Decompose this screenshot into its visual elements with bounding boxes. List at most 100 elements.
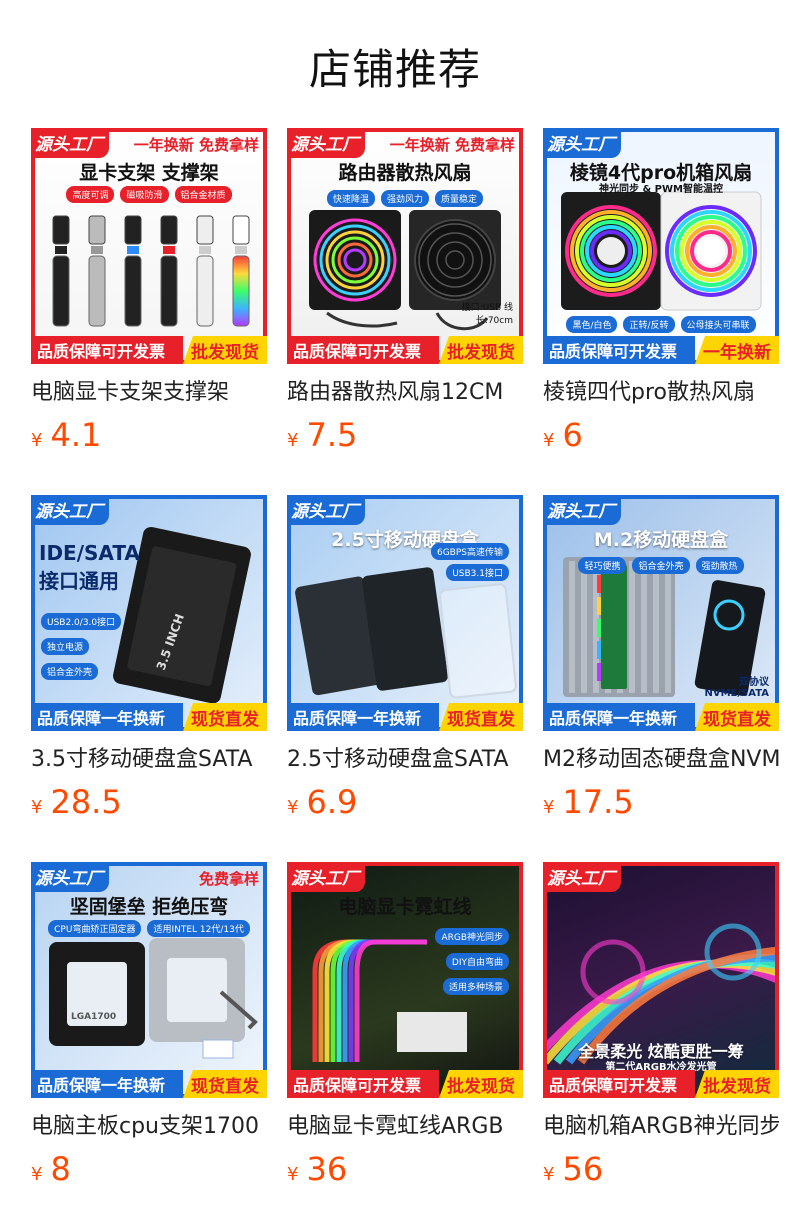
- promo-text: 一年换新 免费拿样: [133, 136, 259, 154]
- feature-chip: CPU弯曲矫正固定器: [48, 920, 142, 937]
- factory-tag: 源头工厂: [31, 862, 109, 892]
- product-price: ¥28.5: [31, 783, 267, 823]
- image-headline: 坚固堡垒 拒绝压弯: [69, 896, 229, 918]
- feature-chip: 强劲风力: [380, 190, 429, 207]
- product-image[interactable]: 源头工厂 IDE/SATA 接口通用 USB2.0/3.0接口 独立电源 铝合金外壳 3.…: [31, 495, 267, 731]
- promo-text: 一年换新 免费拿样: [389, 136, 515, 154]
- feature-chip: 强劲散热: [695, 557, 744, 574]
- stock-badge: 现货直发: [183, 703, 267, 731]
- image-bottom-bar: 品质保障一年换新 现货直发: [287, 703, 523, 731]
- product-image[interactable]: 源头工厂 一年换新 免费拿样 路由器散热风扇 快速降温 强劲风力 质量稳定 接口:USB 线…: [287, 128, 523, 364]
- product-price: ¥56: [543, 1150, 779, 1190]
- stock-badge: 一年换新: [695, 336, 779, 364]
- product-card[interactable]: 源头工厂 全景柔光 炫酷更胜一筹 第二代ARGB水冷发光管 品质保障可开发票 批发现货电…: [543, 862, 779, 1190]
- product-name[interactable]: M2移动固态硬盘盒NVME: [543, 745, 779, 775]
- price-value: 6: [562, 416, 583, 454]
- product-card[interactable]: 源头工厂 棱镜4代pro机箱风扇 神光同步 & PWM智能温控 黑色/白色 正转/反转公…: [543, 128, 779, 456]
- product-image[interactable]: 源头工厂 免费拿样坚固堡垒 拒绝压弯 CPU弯曲矫正固定器 适用INTEL 12代/1…: [31, 862, 267, 1098]
- product-image[interactable]: 源头工厂 一年换新 免费拿样 显卡支架 支撑架 高度可调 磁吸防滑 铝合金材质 品质保障可开…: [31, 128, 267, 364]
- feature-chips: 轻巧便携 铝合金外壳 强劲散热: [543, 557, 779, 574]
- product-card[interactable]: 源头工厂 一年换新 免费拿样 路由器散热风扇 快速降温 强劲风力 质量稳定 接口:USB 线…: [287, 128, 523, 456]
- stock-badge: 现货直发: [439, 703, 523, 731]
- stock-badge: 批发现货: [439, 1070, 523, 1098]
- currency-symbol: ¥: [543, 430, 555, 451]
- feature-chip: DIY自由弯曲: [445, 953, 509, 970]
- feature-chip: USB3.1接口: [446, 564, 509, 581]
- guarantee-text: 品质保障可开发票: [543, 1070, 695, 1098]
- product-name[interactable]: 3.5寸移动硬盘盒SATA: [31, 745, 267, 775]
- stock-badge: 批发现货: [439, 336, 523, 364]
- currency-symbol: ¥: [543, 1164, 555, 1185]
- factory-tag: 源头工厂: [31, 128, 109, 158]
- image-headline: 路由器散热风扇: [338, 162, 472, 184]
- product-price: ¥36: [287, 1150, 523, 1190]
- feature-chips: CPU弯曲矫正固定器 适用INTEL 12代/13代: [31, 920, 267, 937]
- image-bottom-bar: 品质保障一年换新 现货直发: [543, 703, 779, 731]
- factory-tag: 源头工厂: [287, 495, 365, 525]
- guarantee-text: 品质保障可开发票: [31, 336, 183, 364]
- product-card[interactable]: 源头工厂 M.2移动硬盘盒 轻巧便携 铝合金外壳 强劲散热 双协议 NVME/SATA 品质…: [543, 495, 779, 823]
- feature-chip: ARGB神光同步: [435, 928, 509, 945]
- product-price: ¥6.9: [287, 783, 523, 823]
- feature-chip: 黑色/白色: [566, 316, 618, 333]
- factory-tag: 源头工厂: [287, 862, 365, 892]
- price-value: 36: [306, 1150, 348, 1188]
- factory-tag: 源头工厂: [543, 495, 621, 525]
- image-bottom-bar: 品质保障可开发票 批发现货: [31, 336, 267, 364]
- currency-symbol: ¥: [31, 797, 43, 818]
- image-note: 双协议 NVME/SATA: [704, 677, 770, 699]
- stock-badge: 现货直发: [183, 1070, 267, 1098]
- feature-chips: USB2.0/3.0接口 独立电源铝合金外壳: [41, 613, 267, 680]
- price-value: 56: [562, 1150, 604, 1188]
- image-headline: 电脑显卡霓虹线: [338, 896, 472, 918]
- price-value: 6.9: [306, 783, 358, 821]
- factory-tag: 源头工厂: [543, 128, 621, 158]
- feature-chip: 独立电源: [41, 638, 90, 655]
- guarantee-text: 品质保障可开发票: [287, 1070, 439, 1098]
- product-name[interactable]: 棱镜四代pro散热风扇: [543, 378, 779, 408]
- product-name[interactable]: 路由器散热风扇12CM: [287, 378, 523, 408]
- feature-chip: 正转/反转: [623, 316, 675, 333]
- product-image[interactable]: 源头工厂 全景柔光 炫酷更胜一筹 第二代ARGB水冷发光管 品质保障可开发票 批发现货: [543, 862, 779, 1098]
- guarantee-text: 品质保障可开发票: [287, 336, 439, 364]
- product-name[interactable]: 电脑显卡霓虹线ARGB: [287, 1112, 523, 1142]
- feature-chip: 铝合金外壳: [632, 557, 690, 574]
- product-card[interactable]: 源头工厂 IDE/SATA 接口通用 USB2.0/3.0接口 独立电源 铝合金外壳 3.…: [31, 495, 267, 823]
- currency-symbol: ¥: [543, 797, 555, 818]
- feature-chip: USB2.0/3.0接口: [41, 613, 122, 630]
- product-image[interactable]: 源头工厂电脑显卡霓虹线 ARGB神光同步 DIY自由弯曲 适用多种场景品质保障可开发票…: [287, 862, 523, 1098]
- feature-chips: 快速降温 强劲风力 质量稳定: [287, 190, 523, 207]
- device-label: LGA1700: [71, 1012, 117, 1022]
- image-bottom-bar: 品质保障可开发票 批发现货: [287, 1070, 523, 1098]
- product-name[interactable]: 电脑主板cpu支架1700: [31, 1112, 267, 1142]
- product-card[interactable]: 源头工厂 免费拿样坚固堡垒 拒绝压弯 CPU弯曲矫正固定器 适用INTEL 12代/1…: [31, 862, 267, 1190]
- factory-tag: 源头工厂: [543, 862, 621, 892]
- guarantee-text: 品质保障可开发票: [543, 336, 695, 364]
- product-card[interactable]: 源头工厂 一年换新 免费拿样 显卡支架 支撑架 高度可调 磁吸防滑 铝合金材质 品质保障可开…: [31, 128, 267, 456]
- product-card[interactable]: 源头工厂 2.5寸移动硬盘盒 6GBPS高速传输 USB3.1接口 品质保障一年换新 现货…: [287, 495, 523, 823]
- image-bottom-bar: 品质保障一年换新 现货直发: [31, 703, 267, 731]
- currency-symbol: ¥: [287, 797, 299, 818]
- product-name[interactable]: 电脑显卡支架支撑架: [31, 378, 267, 408]
- product-image[interactable]: 源头工厂 棱镜4代pro机箱风扇 神光同步 & PWM智能温控 黑色/白色 正转/反转公…: [543, 128, 779, 364]
- guarantee-text: 品质保障一年换新: [543, 703, 695, 731]
- feature-chip: 适用多种场景: [442, 978, 509, 995]
- image-note: 接口:USB 线长:70cm: [461, 303, 513, 326]
- product-image[interactable]: 源头工厂 M.2移动硬盘盒 轻巧便携 铝合金外壳 强劲散热 双协议 NVME/SATA 品质…: [543, 495, 779, 731]
- image-headline: IDE/SATA 接口通用: [39, 541, 140, 593]
- feature-chip: 质量稳定: [435, 190, 484, 207]
- product-grid: 源头工厂 一年换新 免费拿样 显卡支架 支撑架 高度可调 磁吸防滑 铝合金材质 品质保障可开…: [0, 0, 790, 1232]
- currency-symbol: ¥: [31, 1164, 43, 1185]
- promo-text: 免费拿样: [198, 870, 259, 888]
- guarantee-text: 品质保障一年换新: [31, 1070, 183, 1098]
- feature-chips: 黑色/白色 正转/反转 公母接头可串联: [543, 316, 779, 333]
- product-price: ¥8: [31, 1150, 267, 1190]
- product-name[interactable]: 电脑机箱ARGB神光同步: [543, 1112, 779, 1142]
- currency-symbol: ¥: [287, 430, 299, 451]
- feature-chip: 铝合金材质: [174, 186, 232, 203]
- product-card[interactable]: 源头工厂电脑显卡霓虹线 ARGB神光同步 DIY自由弯曲 适用多种场景品质保障可开发票…: [287, 862, 523, 1190]
- feature-chip: 铝合金外壳: [41, 663, 99, 680]
- guarantee-text: 品质保障一年换新: [31, 703, 183, 731]
- product-image[interactable]: 源头工厂 2.5寸移动硬盘盒 6GBPS高速传输 USB3.1接口 品质保障一年换新 现货…: [287, 495, 523, 731]
- product-name[interactable]: 2.5寸移动硬盘盒SATA: [287, 745, 523, 775]
